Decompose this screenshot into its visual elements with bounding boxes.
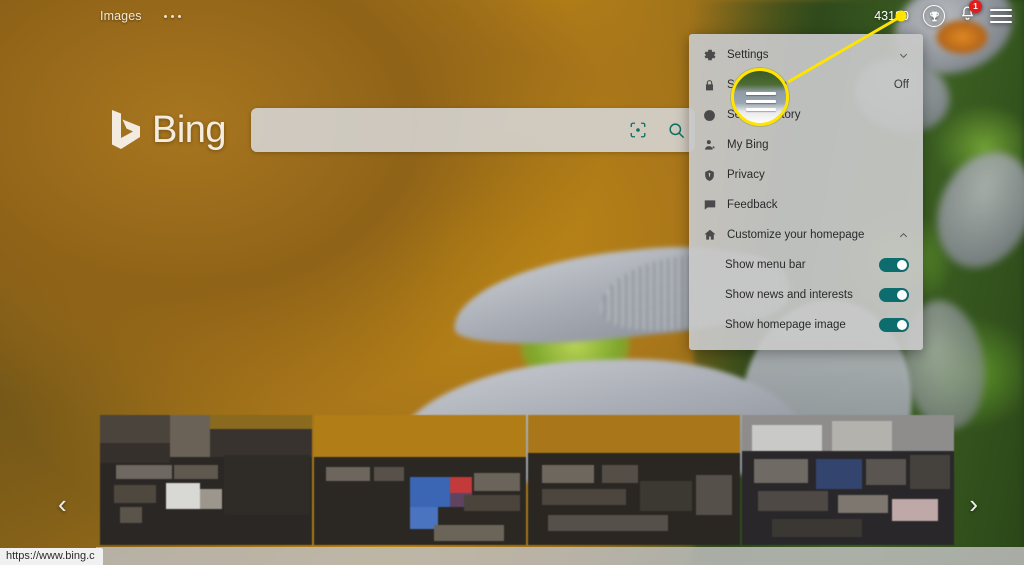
search-box[interactable] [251, 108, 696, 152]
chevron-right-icon[interactable]: › [969, 491, 978, 517]
chevron-left-icon[interactable]: ‹ [58, 491, 67, 517]
chevron-up-icon[interactable] [898, 230, 909, 241]
ellipsis-icon[interactable] [163, 14, 181, 18]
safesearch-value: Off [893, 79, 909, 91]
hamburger-menu-icon[interactable] [990, 5, 1012, 27]
setting-show-menu-bar: Show menu bar [689, 250, 923, 280]
menu-item-privacy[interactable]: Privacy [689, 160, 923, 190]
lock-icon [703, 79, 727, 92]
topbar-left-group: Images [100, 9, 181, 23]
shield-icon [703, 169, 727, 182]
gear-icon [703, 48, 727, 62]
menu-item-label: Feedback [727, 199, 778, 211]
top-navigation-bar: Images 43180 1 [0, 0, 1024, 32]
feedback-icon [703, 198, 727, 212]
menu-item-customize-homepage[interactable]: Customize your homepage [689, 220, 923, 250]
settings-flyout-panel: Settings SafeSearch Off Search history [689, 34, 923, 350]
search-input[interactable] [251, 121, 620, 139]
setting-show-news-and-interests: Show news and interests [689, 280, 923, 310]
person-icon [703, 138, 727, 152]
menu-item-search-history[interactable]: Search history [689, 100, 923, 130]
browser-status-bar: https://www.bing.c [0, 548, 103, 565]
toggle-show-news-and-interests[interactable] [879, 288, 909, 302]
menu-item-label: Customize your homepage [727, 229, 865, 241]
carousel-card[interactable] [100, 415, 312, 545]
clock-icon [703, 109, 727, 122]
magnified-hamburger-icon [746, 87, 776, 116]
home-icon [703, 228, 727, 242]
setting-show-homepage-image: Show homepage image [689, 310, 923, 340]
menu-item-label: My Bing [727, 139, 769, 151]
menu-item-label: Settings [727, 49, 769, 61]
page-bottom-overlay [96, 547, 1024, 565]
rewards-points-count: 43180 [874, 9, 909, 23]
topbar-right-group: 43180 1 [874, 0, 1012, 27]
menu-item-label: Privacy [727, 169, 765, 181]
bing-homepage: Images 43180 1 Bing Settings Off history… [0, 0, 1024, 565]
notifications-bell[interactable]: 1 [959, 0, 982, 27]
menu-item-settings[interactable]: Settings [689, 40, 923, 70]
bing-logo[interactable]: Bing [108, 108, 227, 152]
setting-label: Show news and interests [725, 289, 853, 301]
nav-item-images[interactable]: Images [100, 9, 142, 23]
bing-logo-icon [112, 110, 140, 149]
news-carousel [0, 415, 1024, 545]
callout-magnifier-hamburger [731, 68, 789, 126]
menu-item-my-bing[interactable]: My Bing [689, 130, 923, 160]
carousel-card[interactable] [742, 415, 954, 545]
notification-badge: 1 [969, 0, 982, 13]
setting-label: Show menu bar [725, 259, 806, 271]
toggle-show-menu-bar[interactable] [879, 258, 909, 272]
chevron-down-icon[interactable] [898, 50, 909, 61]
bing-logo-text: Bing [152, 108, 227, 151]
setting-label: Show homepage image [725, 319, 846, 331]
toggle-show-homepage-image[interactable] [879, 318, 909, 332]
visual-search-icon[interactable] [619, 121, 657, 139]
rewards-trophy-icon[interactable] [923, 5, 945, 27]
carousel-card[interactable] [528, 415, 740, 545]
menu-item-safesearch[interactable]: SafeSearch Off [689, 70, 923, 100]
carousel-card[interactable] [314, 415, 526, 545]
menu-item-feedback[interactable]: Feedback [689, 190, 923, 220]
